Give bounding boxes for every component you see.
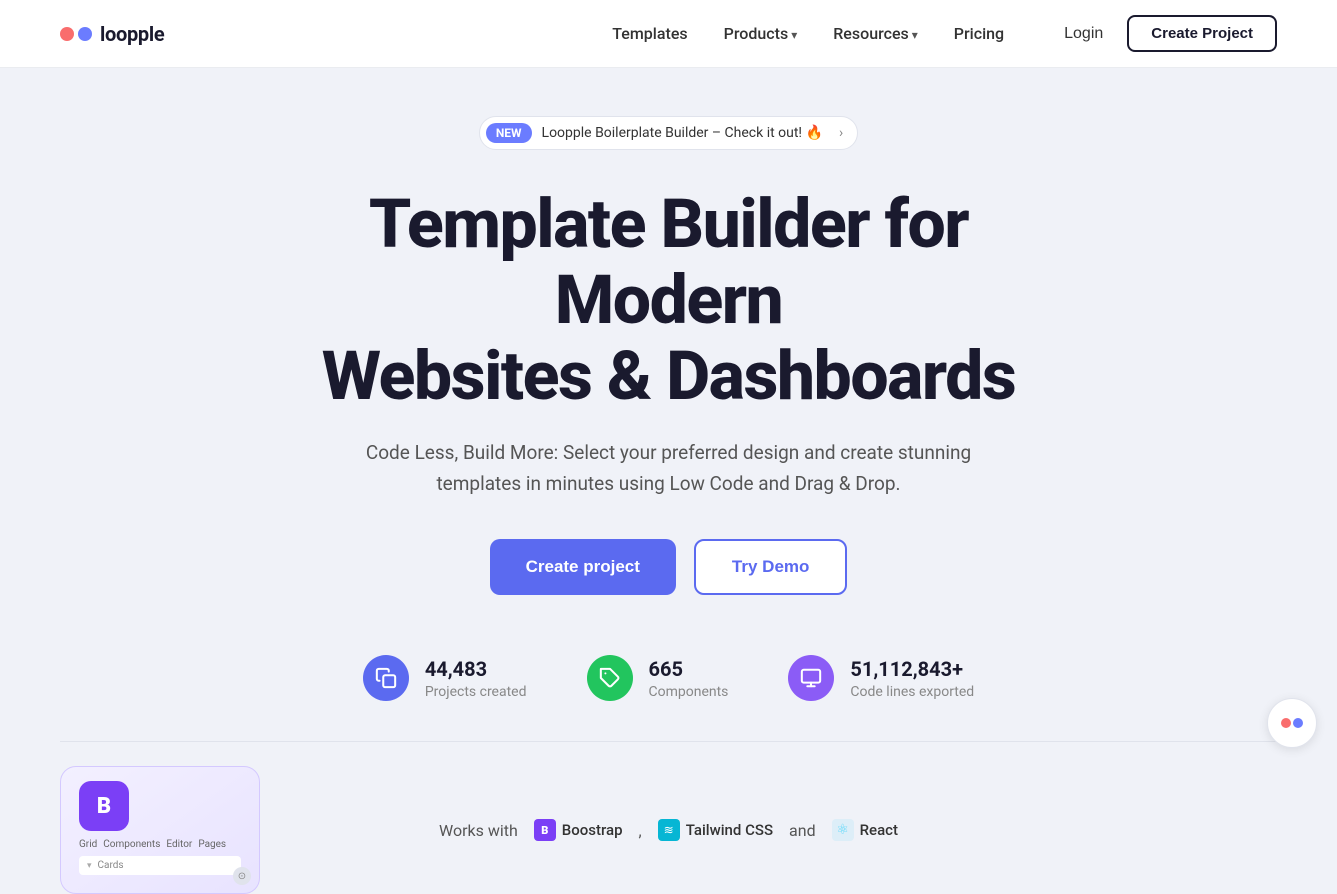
logo-dot-blue — [78, 27, 92, 41]
cards-label: Cards — [98, 860, 124, 871]
announcement-badge: NEW — [486, 123, 532, 143]
works-with-prefix: Works with — [439, 821, 518, 840]
navbar: loopple Templates Products Resources Pri… — [0, 0, 1337, 68]
framework-tailwind: ≋ Tailwind CSS — [658, 819, 773, 841]
nav-item-pricing[interactable]: Pricing — [954, 24, 1004, 43]
tab-editor[interactable]: Editor — [166, 839, 192, 850]
works-with-row: Works with B Boostrap , ≋ Tailwind CSS a… — [439, 819, 898, 841]
comma-separator: , — [639, 821, 642, 840]
nav-links: Templates Products Resources Pricing — [612, 24, 1004, 43]
chat-dot-red — [1281, 718, 1291, 728]
bootstrap-logo-icon: B — [79, 781, 129, 831]
tab-pages[interactable]: Pages — [198, 839, 226, 850]
hero-heading-line2: Websites & Dashboards — [322, 336, 1016, 416]
bootstrap-icon: B — [534, 819, 556, 841]
tab-components[interactable]: Components — [103, 839, 160, 850]
stats-row: 44,483 Projects created 665 Components — [219, 655, 1119, 701]
react-icon: ⚛ — [832, 819, 854, 841]
nav-link-resources[interactable]: Resources — [833, 24, 918, 43]
stat-code-lines: 51,112,843+ Code lines exported — [788, 655, 974, 701]
bootstrap-preview-card: B Grid Components Editor Pages ▾ Cards ⊙ — [60, 766, 260, 894]
nav-item-templates[interactable]: Templates — [612, 24, 687, 43]
and-separator: and — [789, 821, 816, 840]
framework-tailwind-label: Tailwind CSS — [686, 821, 773, 839]
nav-item-products[interactable]: Products — [724, 24, 798, 43]
main-content: NEW Loopple Boilerplate Builder – Check … — [0, 68, 1337, 894]
chevron-down-icon: ▾ — [87, 861, 92, 871]
nav-link-templates[interactable]: Templates — [612, 24, 687, 43]
announcement-arrow-icon: › — [839, 125, 843, 141]
stat-icon-puzzle — [587, 655, 633, 701]
stats-divider — [60, 741, 1277, 742]
preview-rows: ▾ Cards — [79, 856, 241, 875]
framework-react-label: React — [860, 821, 898, 839]
stat-components: 665 Components — [587, 655, 729, 701]
create-project-button[interactable]: Create project — [490, 539, 676, 595]
chat-dot-blue — [1293, 718, 1303, 728]
logo-dots — [60, 27, 92, 41]
logo[interactable]: loopple — [60, 22, 164, 46]
try-demo-button[interactable]: Try Demo — [694, 539, 847, 595]
stat-number-projects: 44,483 — [425, 657, 527, 681]
framework-react: ⚛ React — [832, 819, 898, 841]
framework-bootstrap-label: Boostrap — [562, 821, 623, 839]
stat-number-code-lines: 51,112,843+ — [850, 657, 974, 681]
stat-icon-copy — [363, 655, 409, 701]
nav-item-resources[interactable]: Resources — [833, 24, 918, 43]
hero-subtext: Code Less, Build More: Select your prefe… — [329, 438, 1009, 499]
stat-number-components: 665 — [649, 657, 729, 681]
stat-label-components: Components — [649, 684, 729, 700]
nav-link-products[interactable]: Products — [724, 24, 798, 43]
hero-heading: Template Builder for Modern Websites & D… — [259, 186, 1079, 414]
stat-icon-monitor — [788, 655, 834, 701]
expand-icon[interactable]: ⊙ — [233, 867, 251, 885]
logo-text: loopple — [100, 22, 164, 46]
chat-button-dots — [1281, 718, 1303, 728]
chat-button[interactable] — [1267, 698, 1317, 748]
stat-label-code-lines: Code lines exported — [850, 684, 974, 700]
tab-grid[interactable]: Grid — [79, 839, 97, 850]
hero-heading-line1: Template Builder for Modern — [369, 184, 968, 340]
tailwind-icon: ≋ — [658, 819, 680, 841]
stat-projects: 44,483 Projects created — [363, 655, 527, 701]
announcement-bar[interactable]: NEW Loopple Boilerplate Builder – Check … — [479, 116, 858, 150]
create-project-nav-button[interactable]: Create Project — [1127, 15, 1277, 52]
nav-actions: Login Create Project — [1064, 15, 1277, 52]
cta-buttons: Create project Try Demo — [490, 539, 848, 595]
preview-section: B Grid Components Editor Pages ▾ Cards ⊙ — [60, 766, 260, 894]
stat-label-projects: Projects created — [425, 684, 527, 700]
nav-link-pricing[interactable]: Pricing — [954, 24, 1004, 43]
announcement-text: Loopple Boilerplate Builder – Check it o… — [542, 125, 823, 141]
framework-bootstrap: B Boostrap — [534, 819, 623, 841]
stat-text-projects: 44,483 Projects created — [425, 657, 527, 700]
stat-text-code-lines: 51,112,843+ Code lines exported — [850, 657, 974, 700]
preview-cards-item: ▾ Cards — [79, 856, 241, 875]
login-button[interactable]: Login — [1064, 25, 1103, 43]
stat-text-components: 665 Components — [649, 657, 729, 700]
logo-dot-red — [60, 27, 74, 41]
preview-tabs: Grid Components Editor Pages — [79, 839, 241, 850]
